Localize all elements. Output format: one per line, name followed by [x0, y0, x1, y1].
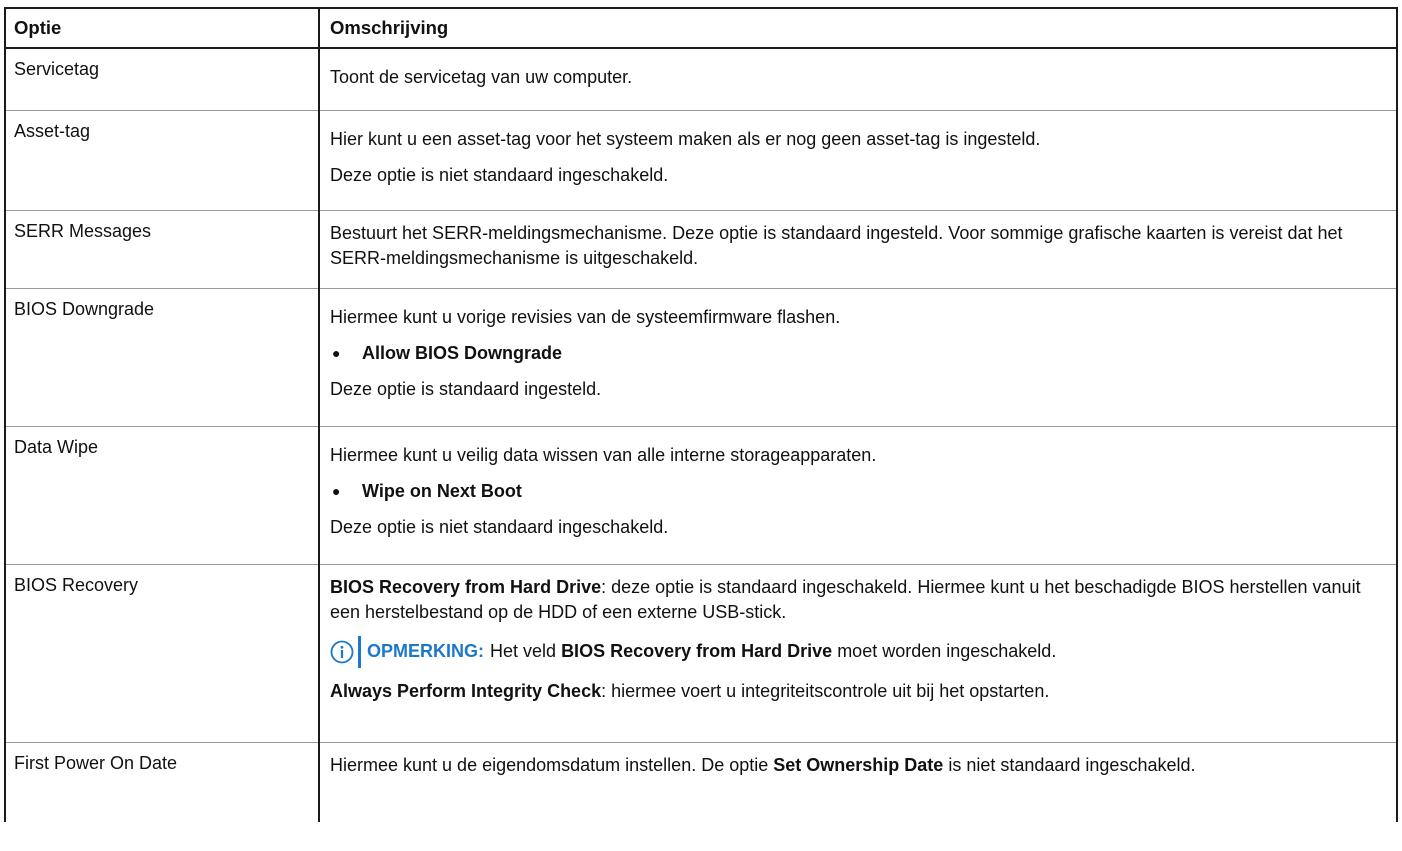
option-description: Bestuurt het SERR-meldingsmechanisme. De…	[318, 210, 1397, 289]
setting-name: BIOS Recovery from Hard Drive	[330, 576, 602, 597]
bullet-icon: ●	[332, 482, 341, 499]
info-icon	[330, 640, 354, 664]
table-row: Servicetag Toont de servicetag van uw co…	[5, 48, 1397, 111]
table-row: First Power On Date Hiermee kunt u de ei…	[5, 742, 1397, 822]
option-description: Toont de servicetag van uw computer.	[318, 48, 1397, 111]
description-text: BIOS Recovery from Hard Drive: deze opti…	[330, 575, 1386, 625]
bullet-item: ● Allow BIOS Downgrade	[330, 341, 1386, 366]
table-row: SERR Messages Bestuurt het SERR-meldings…	[5, 210, 1397, 289]
table-row: Asset-tag Hier kunt u een asset-tag voor…	[5, 110, 1397, 211]
header-description: Omschrijving	[318, 8, 1397, 49]
description-text: Hiermee kunt u de eigendomsdatum instell…	[330, 753, 1386, 778]
description-default-note: Deze optie is niet standaard ingeschakel…	[330, 516, 669, 537]
setting-name: Set Ownership Date	[773, 754, 944, 775]
option-description: Hier kunt u een asset-tag voor het syste…	[318, 110, 1397, 211]
option-name: Asset-tag	[5, 110, 320, 211]
description-text: Hiermee kunt u vorige revisies van de sy…	[330, 306, 841, 327]
note-setting-name: BIOS Recovery from Hard Drive	[561, 641, 833, 661]
description-text: Bestuurt het SERR-meldingsmechanisme. De…	[330, 222, 1343, 268]
description-text: Hier kunt u een asset-tag voor het syste…	[330, 128, 1041, 149]
note-text-pre: Het veld	[490, 641, 557, 661]
bullet-label: Allow BIOS Downgrade	[362, 342, 563, 363]
bullet-label: Wipe on Next Boot	[362, 480, 522, 501]
description-default-note: Deze optie is niet standaard ingeschakel…	[330, 164, 669, 185]
description-default-note: Deze optie is standaard ingesteld.	[330, 378, 602, 399]
option-name: SERR Messages	[5, 210, 320, 289]
option-description: Hiermee kunt u veilig data wissen van al…	[318, 426, 1397, 565]
note-text-post: moet worden ingeschakeld.	[837, 641, 1057, 661]
option-name: Data Wipe	[5, 426, 320, 565]
bullet-icon: ●	[332, 344, 341, 361]
option-name: BIOS Downgrade	[5, 288, 320, 427]
option-description: Hiermee kunt u vorige revisies van de sy…	[318, 288, 1397, 427]
option-name: First Power On Date	[5, 742, 320, 822]
note-callout: OPMERKING: Het veld BIOS Recovery from H…	[330, 635, 1386, 668]
description-text: Always Perform Integrity Check: hiermee …	[330, 679, 1386, 704]
description-text: Hiermee kunt u veilig data wissen van al…	[330, 444, 877, 465]
option-name: Servicetag	[5, 48, 320, 111]
bios-options-table: Optie Omschrijving Servicetag Toont de s…	[4, 7, 1398, 822]
text-post: is niet standaard ingeschakeld.	[948, 754, 1196, 775]
table-header-row: Optie Omschrijving	[5, 8, 1397, 49]
option-description: BIOS Recovery from Hard Drive: deze opti…	[318, 564, 1397, 743]
header-option: Optie	[5, 8, 320, 49]
description-text: Toont de servicetag van uw computer.	[330, 67, 633, 87]
text-pre: Hiermee kunt u de eigendomsdatum instell…	[330, 754, 769, 775]
table-row: Data Wipe Hiermee kunt u veilig data wis…	[5, 426, 1397, 565]
table-row: BIOS Downgrade Hiermee kunt u vorige rev…	[5, 288, 1397, 427]
note-label: OPMERKING:	[367, 641, 484, 661]
option-description: Hiermee kunt u de eigendomsdatum instell…	[318, 742, 1397, 822]
setting-detail: : hiermee voert u integriteitscontrole u…	[601, 680, 1050, 701]
note-divider	[358, 635, 361, 668]
bullet-item: ● Wipe on Next Boot	[330, 479, 1386, 504]
option-name: BIOS Recovery	[5, 564, 320, 743]
table-row: BIOS Recovery BIOS Recovery from Hard Dr…	[5, 564, 1397, 743]
setting-name: Always Perform Integrity Check	[330, 680, 602, 701]
